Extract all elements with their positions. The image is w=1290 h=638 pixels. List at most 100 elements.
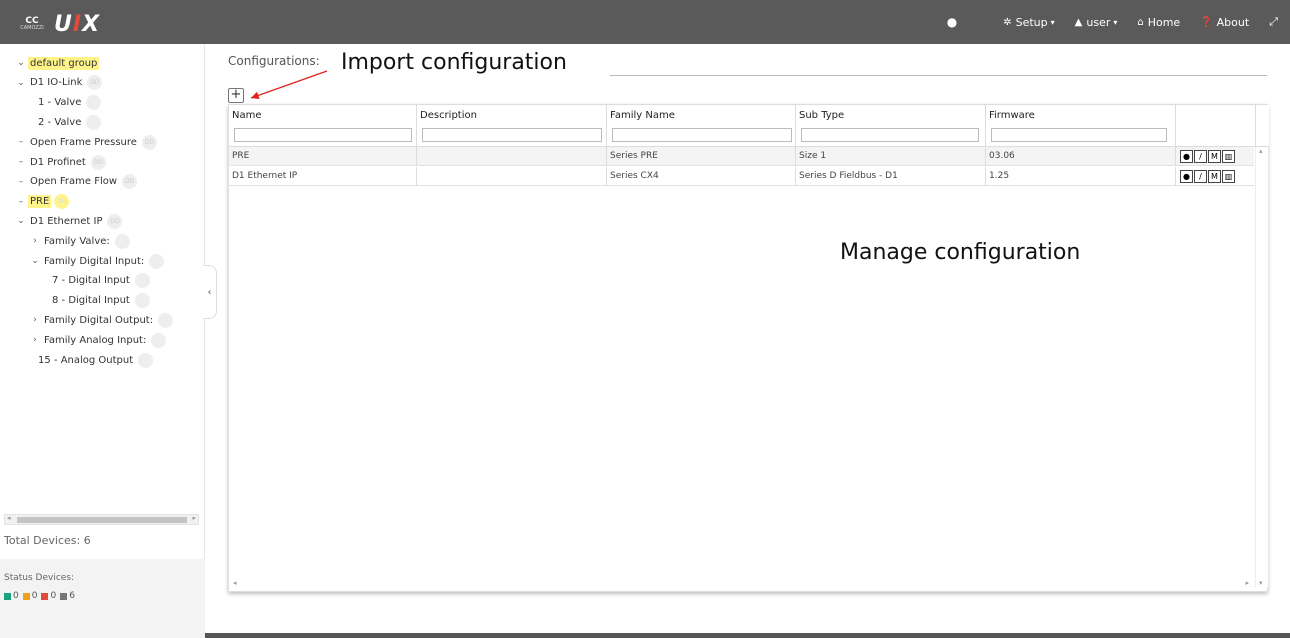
tree-node-label[interactable]: 1 - Valve	[36, 96, 83, 109]
column-filter-input[interactable]	[612, 128, 792, 142]
tree-node[interactable]: › Family Analog Input:	[28, 331, 167, 349]
column-title[interactable]: Description	[420, 110, 477, 121]
tree-node-label[interactable]: Family Analog Input:	[42, 334, 148, 347]
tree-horizontal-scrollbar[interactable]: ◂ ▸	[4, 514, 199, 525]
table-vertical-scrollbar[interactable]: ▴ ▾	[1255, 147, 1268, 587]
scroll-down-icon[interactable]: ▾	[1259, 579, 1263, 587]
status-dot-icon	[158, 312, 174, 328]
tree-node-label[interactable]: 2 - Valve	[36, 116, 83, 129]
status-color-icon	[22, 592, 30, 600]
view-icon[interactable]: ●	[1180, 150, 1193, 163]
column-filter-input[interactable]	[991, 128, 1167, 142]
tree-node-label[interactable]: Family Valve:	[42, 235, 112, 248]
about-link[interactable]: ❓ About	[1200, 16, 1249, 29]
scroll-left-icon[interactable]: ◂	[233, 579, 237, 587]
download-icon[interactable]: M	[1208, 170, 1221, 183]
column-filter-input[interactable]	[234, 128, 412, 142]
tree-node[interactable]: › Family Valve:	[28, 232, 130, 250]
home-link[interactable]: ⌂ Home	[1137, 16, 1180, 29]
tree-node[interactable]: 15 - Analog Output	[36, 351, 154, 369]
table-horizontal-scrollbar[interactable]: ◂ ▸	[229, 579, 1255, 591]
setup-menu[interactable]: ✲ Setup ▾	[1003, 16, 1054, 29]
column-title[interactable]: Firmware	[989, 110, 1035, 121]
dash-icon[interactable]: –	[14, 137, 28, 147]
import-arrow	[250, 70, 328, 100]
status-dot-icon: DD	[54, 194, 70, 210]
tree-node[interactable]: ⌄ default group	[14, 54, 100, 72]
about-label: About	[1216, 15, 1250, 29]
tree-node-label[interactable]: Family Digital Input:	[42, 255, 146, 268]
tree-node[interactable]: – Open Frame Pressure DD	[14, 133, 157, 151]
status-dot-icon: DD	[107, 213, 123, 229]
edit-icon[interactable]: /	[1194, 150, 1207, 163]
tree-node[interactable]: › Family Digital Output:	[28, 311, 174, 329]
column-filter-input[interactable]	[422, 128, 602, 142]
status-color-icon	[41, 592, 49, 600]
tree-node-label[interactable]: Open Frame Flow	[28, 175, 119, 188]
table-row[interactable]: D1 Ethernet IP Series CX4 Series D Fieldbu…	[229, 167, 1254, 186]
scrollbar-thumb[interactable]	[17, 517, 187, 523]
dash-icon[interactable]: –	[14, 157, 28, 167]
edit-icon[interactable]: /	[1194, 170, 1207, 183]
tree-node-label[interactable]: Family Digital Output:	[42, 314, 155, 327]
column-title[interactable]: Family Name	[610, 110, 675, 121]
column-header: Name	[229, 105, 417, 147]
footer-bar	[205, 633, 1290, 638]
scroll-left-icon[interactable]: ◂	[7, 514, 11, 522]
column-filter-input[interactable]	[801, 128, 979, 142]
tree-node-label[interactable]: D1 Ethernet IP	[28, 215, 104, 228]
chevron-down-icon[interactable]: ⌄	[28, 256, 42, 266]
table-cell-firmware: 03.06	[986, 147, 1176, 166]
column-title[interactable]: Sub Type	[799, 110, 844, 121]
tree-node[interactable]: ⌄ D1 IO-Link DD	[14, 74, 103, 92]
tree-node-label[interactable]: 8 - Digital Input	[50, 294, 132, 307]
status-dot-icon: DD	[122, 174, 138, 190]
column-header: Family Name	[607, 105, 796, 147]
dash-icon[interactable]: –	[14, 177, 28, 187]
chevron-down-icon[interactable]: ⌄	[14, 216, 28, 226]
scroll-right-icon[interactable]: ▸	[1245, 579, 1249, 587]
delete-icon[interactable]: ▥	[1222, 150, 1235, 163]
tree-node[interactable]: ⌄ D1 Ethernet IP DD	[14, 212, 123, 230]
tree-node[interactable]: 2 - Valve	[36, 113, 102, 131]
user-menu[interactable]: ▲ user ▾	[1075, 16, 1118, 29]
tree-node[interactable]: – Open Frame Flow DD	[14, 173, 138, 191]
status-counts: 0 0 0 6	[4, 591, 205, 601]
status-dot-icon: DD	[141, 134, 157, 150]
tree-node[interactable]: 7 - Digital Input	[50, 272, 150, 290]
scroll-right-icon[interactable]: ▸	[192, 514, 196, 522]
tree-node-label[interactable]: PRE	[28, 195, 52, 209]
total-devices: Total Devices: 6	[4, 534, 91, 547]
status-devices-title: Status Devices:	[4, 573, 75, 583]
tree-node-label[interactable]: default group	[28, 56, 100, 70]
delete-icon[interactable]: ▥	[1222, 170, 1235, 183]
scroll-up-icon[interactable]: ▴	[1259, 147, 1263, 155]
tree-node-label[interactable]: D1 Profinet	[28, 156, 88, 169]
import-configuration-button[interactable]: +	[228, 88, 244, 103]
chevron-right-icon[interactable]: ›	[28, 315, 42, 325]
tree-node[interactable]: – D1 Profinet DD	[14, 153, 106, 171]
status-dot-icon	[86, 95, 102, 111]
tree-node-label[interactable]: D1 IO-Link	[28, 76, 84, 89]
fullscreen-button[interactable]: ⤢	[1269, 15, 1278, 29]
globe-icon[interactable]: ●	[947, 15, 957, 29]
chevron-right-icon[interactable]: ›	[28, 236, 42, 246]
chevron-right-icon[interactable]: ›	[28, 335, 42, 345]
chevron-down-icon[interactable]: ⌄	[14, 78, 28, 88]
tree-node-label[interactable]: 7 - Digital Input	[50, 274, 132, 287]
row-actions: ● / M ▥	[1180, 170, 1236, 183]
column-title[interactable]: Name	[232, 110, 262, 121]
chevron-down-icon[interactable]: ⌄	[14, 58, 28, 68]
view-icon[interactable]: ●	[1180, 170, 1193, 183]
table-row[interactable]: PRE Series PRE Size 1 03.06 ● / M ▥	[229, 147, 1254, 166]
caret-down-icon: ▾	[1113, 17, 1118, 27]
tree-node[interactable]: – PRE DD	[14, 193, 70, 211]
tree-node-label[interactable]: Open Frame Pressure	[28, 136, 139, 149]
tree-node-label[interactable]: 15 - Analog Output	[36, 354, 135, 367]
dash-icon[interactable]: –	[14, 197, 28, 207]
tree-node[interactable]: ⌄ Family Digital Input:	[28, 252, 165, 270]
app-logo[interactable]: CC CAMOZZI UIX	[20, 12, 100, 37]
tree-node[interactable]: 1 - Valve	[36, 94, 102, 112]
download-icon[interactable]: M	[1208, 150, 1221, 163]
tree-node[interactable]: 8 - Digital Input	[50, 292, 150, 310]
